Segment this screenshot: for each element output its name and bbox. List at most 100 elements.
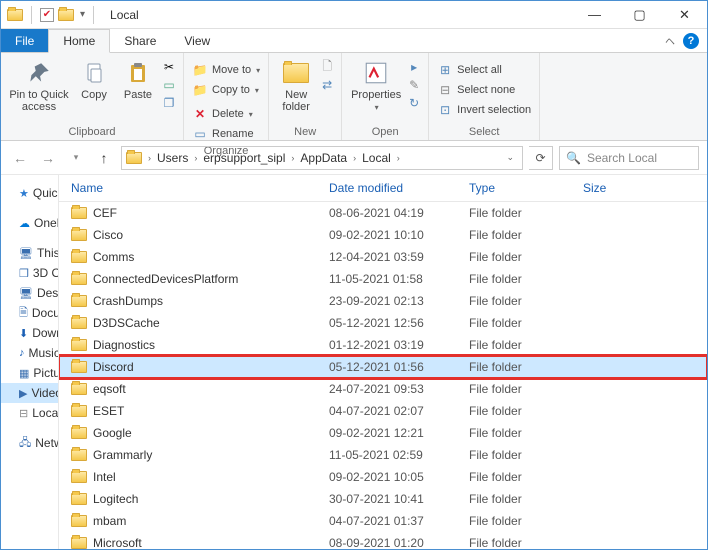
table-row[interactable]: Comms12-04-2021 03:59File folder [59, 246, 707, 268]
table-row[interactable]: Microsoft08-09-2021 01:20File folder [59, 532, 707, 549]
move-icon: 📁 [192, 62, 208, 78]
table-row[interactable]: Grammarly11-05-2021 02:59File folder [59, 444, 707, 466]
tree-item[interactable]: ⬇Downloads [1, 323, 58, 343]
delete-button[interactable]: ✕Delete▾ [190, 105, 255, 123]
folder-icon[interactable] [58, 9, 74, 21]
folder-icon [71, 427, 87, 439]
qat-checkbox-icon[interactable]: ✔ [40, 8, 54, 22]
breadcrumb-seg[interactable]: Local [358, 151, 395, 165]
delete-icon: ✕ [192, 106, 208, 122]
select-none-button[interactable]: ⊟Select none [435, 81, 517, 99]
folder-icon [71, 515, 87, 527]
tree-label: Music [29, 346, 60, 360]
back-button[interactable]: ← [9, 147, 31, 169]
table-row[interactable]: Discord05-12-2021 01:56File folder [59, 356, 707, 378]
file-date: 05-12-2021 12:56 [329, 316, 469, 330]
col-name[interactable]: Name [71, 181, 329, 195]
tree-label: Quick access [33, 186, 59, 200]
column-headers[interactable]: Name Date modified Type Size [59, 175, 707, 202]
table-row[interactable]: Diagnostics01-12-2021 03:19File folder [59, 334, 707, 356]
folder-icon [71, 229, 87, 241]
properties-icon [361, 59, 391, 87]
rename-button[interactable]: ▭Rename [190, 125, 256, 143]
file-name: Logitech [93, 492, 138, 506]
copy-to-button[interactable]: 📁Copy to▾ [190, 81, 261, 99]
tree-label: Network [35, 436, 59, 450]
col-size[interactable]: Size [583, 181, 663, 195]
table-row[interactable]: Logitech30-07-2021 10:41File folder [59, 488, 707, 510]
invert-selection-button[interactable]: ⊡Invert selection [435, 101, 533, 119]
paste-shortcut-icon[interactable]: ❐ [161, 95, 177, 111]
table-row[interactable]: CEF 08-06-2021 04:19File folder [59, 202, 707, 224]
table-row[interactable]: Cisco09-02-2021 10:10File folder [59, 224, 707, 246]
file-list[interactable]: ▴ Name Date modified Type Size CEF08-06-… [59, 175, 707, 549]
breadcrumb-seg[interactable]: erpsupport_sipl [199, 151, 289, 165]
pin-quick-access-button[interactable]: Pin to Quick access [7, 55, 71, 113]
file-name: CEF [93, 206, 117, 220]
breadcrumb-seg[interactable]: AppData [296, 151, 351, 165]
table-row[interactable]: mbam04-07-2021 01:37File folder [59, 510, 707, 532]
file-date: 08-06-2021 04:19 [329, 206, 469, 220]
tree-item[interactable]: ★Quick access [1, 183, 58, 203]
tree-item[interactable]: ❒3D Objects [1, 263, 58, 283]
new-item-icon[interactable]: 🗋 [319, 59, 335, 75]
table-row[interactable]: CrashDumps23-09-2021 02:13File folder [59, 290, 707, 312]
refresh-button[interactable]: ⟳ [529, 146, 553, 170]
file-type: File folder [469, 316, 583, 330]
file-type: File folder [469, 206, 583, 220]
copy-path-icon[interactable]: ▭ [161, 77, 177, 93]
easy-access-icon[interactable]: ⇄ [319, 77, 335, 93]
file-name: Diagnostics [93, 338, 155, 352]
tab-file[interactable]: File [1, 29, 48, 52]
help-icon[interactable]: ? [683, 33, 699, 49]
properties-button[interactable]: Properties▾ [348, 55, 404, 112]
file-name: Comms [93, 250, 134, 264]
table-row[interactable]: ESET04-07-2021 02:07File folder [59, 400, 707, 422]
tab-home[interactable]: Home [48, 29, 110, 53]
ribbon-collapse-icon[interactable]: ヘ [665, 33, 675, 48]
search-input[interactable]: 🔍 Search Local [559, 146, 699, 170]
close-button[interactable]: ✕ [662, 1, 707, 29]
breadcrumb[interactable]: › Users› erpsupport_sipl› AppData› Local… [121, 146, 523, 170]
tree-item[interactable]: ☁OneDrive [1, 213, 58, 233]
move-to-button[interactable]: 📁Move to▾ [190, 61, 262, 79]
edit-icon[interactable]: ✎ [406, 77, 422, 93]
new-folder-button[interactable]: New folder [275, 55, 317, 113]
table-row[interactable]: eqsoft24-07-2021 09:53File folder [59, 378, 707, 400]
qat-dropdown-icon[interactable]: ▾ [80, 9, 85, 20]
tree-item[interactable]: 🖥Desktop [1, 283, 58, 303]
tree-item[interactable]: ♪Music [1, 343, 58, 363]
tree-item[interactable]: ▦Pictures [1, 363, 58, 383]
tree-item[interactable]: 🖥This PC [1, 243, 58, 263]
paste-button[interactable]: Paste [117, 55, 159, 101]
col-type[interactable]: Type [469, 181, 583, 195]
recent-dropdown[interactable]: ▾ [65, 147, 87, 169]
open-icon[interactable]: ▸ [406, 59, 422, 75]
minimize-button[interactable]: — [572, 1, 617, 29]
table-row[interactable]: ConnectedDevicesPlatform11-05-2021 01:58… [59, 268, 707, 290]
tree-item[interactable]: 🖧Network [1, 433, 58, 453]
history-icon[interactable]: ↻ [406, 95, 422, 111]
table-row[interactable]: Intel09-02-2021 10:05File folder [59, 466, 707, 488]
tab-share[interactable]: Share [110, 29, 170, 52]
tab-view[interactable]: View [170, 29, 224, 52]
forward-button[interactable]: → [37, 147, 59, 169]
table-row[interactable]: Google09-02-2021 12:21File folder [59, 422, 707, 444]
cloud-icon: ☁ [19, 216, 30, 230]
table-row[interactable]: D3DSCache05-12-2021 12:56File folder [59, 312, 707, 334]
file-type: File folder [469, 470, 583, 484]
select-all-button[interactable]: ⊞Select all [435, 61, 504, 79]
tree-item[interactable]: ▶Videos [1, 383, 58, 403]
up-button[interactable]: ↑ [93, 147, 115, 169]
nav-tree[interactable]: ★Quick access ☁OneDrive 🖥This PC❒3D Object… [1, 175, 59, 549]
folder-icon [7, 9, 23, 21]
file-name: Intel [93, 470, 116, 484]
col-date[interactable]: Date modified [329, 181, 469, 195]
breadcrumb-seg[interactable]: Users [153, 151, 192, 165]
maximize-button[interactable]: ▢ [617, 1, 662, 29]
tree-item[interactable]: 🗎Documents [1, 303, 58, 323]
copy-button[interactable]: Copy [73, 55, 115, 101]
tree-item[interactable]: ⊟Local Disk (C:) [1, 403, 58, 423]
breadcrumb-dropdown-icon[interactable]: ⌄ [498, 152, 522, 163]
cut-icon[interactable]: ✂ [161, 59, 177, 75]
